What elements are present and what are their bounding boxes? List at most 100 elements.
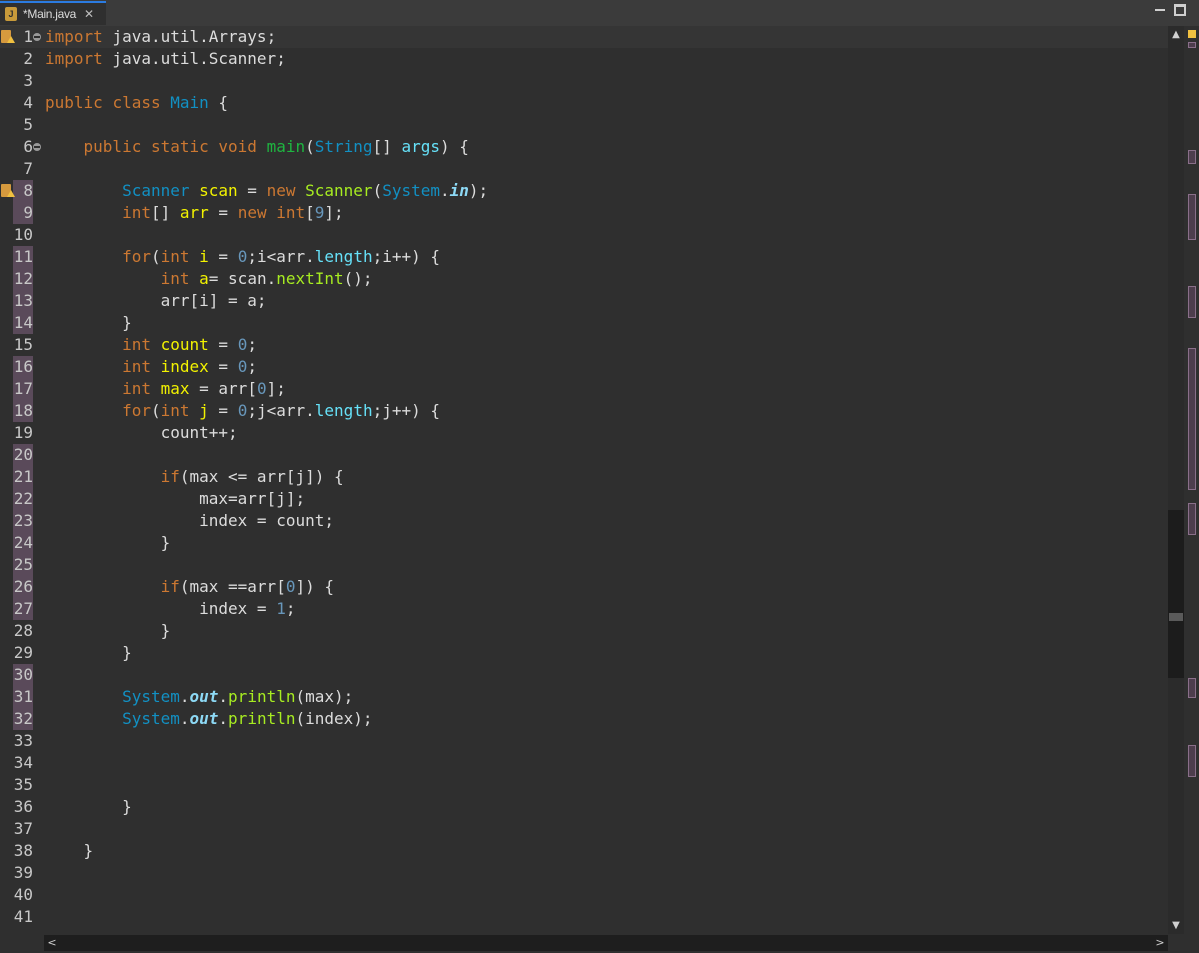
code-line[interactable]: 31 System.out.println(max); [0, 686, 1168, 708]
code-line[interactable]: 26 if(max ==arr[0]) { [0, 576, 1168, 598]
code-text: ; [247, 357, 257, 376]
code-line[interactable]: 8 Scanner scan = new Scanner(System.in); [0, 180, 1168, 202]
overview-mark[interactable] [1188, 745, 1196, 777]
code-line[interactable]: 19 count++; [0, 422, 1168, 444]
vertical-scrollbar[interactable] [1168, 26, 1184, 934]
number-literal: 0 [237, 247, 248, 266]
warning-marker-icon[interactable] [1, 29, 15, 44]
code-content: index = 1; [45, 598, 295, 620]
code-line[interactable]: 15 int count = 0; [0, 334, 1168, 356]
code-line[interactable]: 33 [0, 730, 1168, 752]
code-content: arr[i] = a; [45, 290, 267, 312]
line-number: 3 [23, 71, 33, 90]
code-line[interactable]: 4 public class Main { [0, 92, 1168, 114]
overview-mark[interactable] [1188, 194, 1196, 240]
vertical-scrollbar-thumb[interactable] [1168, 510, 1184, 678]
code-line[interactable]: 9 int[] arr = new int[9]; [0, 202, 1168, 224]
overview-mark[interactable] [1188, 42, 1196, 48]
variable-name: arr [179, 203, 209, 222]
code-line[interactable]: 22 max=arr[j]; [0, 488, 1168, 510]
code-line[interactable]: 12 int a= scan.nextInt(); [0, 268, 1168, 290]
variable-name: count [160, 335, 209, 354]
line-number: 23 [13, 511, 33, 530]
overview-mark[interactable] [1188, 348, 1196, 490]
warning-overview-icon[interactable] [1188, 30, 1196, 38]
fold-toggle-icon[interactable] [33, 143, 41, 151]
line-number: 2 [23, 49, 33, 68]
maximize-icon[interactable] [1174, 4, 1186, 16]
code-line[interactable]: 2 import java.util.Scanner; [0, 48, 1168, 70]
code-line[interactable]: 17 int max = arr[0]; [0, 378, 1168, 400]
code-line[interactable]: 40 [0, 884, 1168, 906]
code-line[interactable]: 6 public static void main(String[] args)… [0, 136, 1168, 158]
horizontal-scrollbar[interactable] [44, 935, 1168, 951]
warning-marker-icon[interactable] [1, 183, 15, 198]
tab-main-java[interactable]: J *Main.java ✕ [0, 1, 106, 25]
code-text: ]; [266, 379, 286, 398]
code-line[interactable]: 7 [0, 158, 1168, 180]
overview-mark[interactable] [1188, 503, 1196, 535]
close-icon[interactable]: ✕ [84, 7, 94, 21]
keyword: if [160, 467, 180, 486]
code-text: } [45, 797, 132, 816]
code-line[interactable]: 21 if(max <= arr[j]) { [0, 466, 1168, 488]
line-number: 22 [13, 489, 33, 508]
code-content: int max = arr[0]; [45, 378, 286, 400]
variable-name: j [199, 401, 209, 420]
line-number: 27 [13, 599, 33, 618]
keyword: int [122, 335, 151, 354]
code-line[interactable]: 20 [0, 444, 1168, 466]
code-line[interactable]: 34 [0, 752, 1168, 774]
scroll-left-icon[interactable]: < [45, 935, 59, 951]
code-line[interactable]: 16 int index = 0; [0, 356, 1168, 378]
field-name: length [314, 401, 373, 420]
code-line[interactable]: 10 [0, 224, 1168, 246]
number-literal: 0 [237, 401, 248, 420]
line-number: 13 [13, 291, 33, 310]
code-line[interactable]: 18 for(int j = 0;j<arr.length;j++) { [0, 400, 1168, 422]
code-content: for(int i = 0;i<arr.length;i++) { [45, 246, 440, 268]
minimize-icon[interactable] [1154, 4, 1166, 16]
overview-mark[interactable] [1188, 678, 1196, 698]
code-text: } [45, 643, 132, 662]
code-line[interactable]: 23 index = count; [0, 510, 1168, 532]
overview-mark[interactable] [1188, 286, 1196, 318]
overview-mark[interactable] [1188, 150, 1196, 164]
code-line[interactable]: 32 System.out.println(index); [0, 708, 1168, 730]
code-line[interactable]: 30 [0, 664, 1168, 686]
method-call: println [228, 709, 296, 728]
code-line[interactable]: 1 import java.util.Arrays; [0, 26, 1168, 48]
code-line[interactable]: 14 } [0, 312, 1168, 334]
static-field: out [189, 687, 219, 706]
code-line[interactable]: 3 [0, 70, 1168, 92]
line-number: 32 [13, 709, 33, 728]
line-number: 11 [13, 247, 33, 266]
code-line[interactable]: 24 } [0, 532, 1168, 554]
code-line[interactable]: 29 } [0, 642, 1168, 664]
code-line[interactable]: 5 [0, 114, 1168, 136]
code-line[interactable]: 35 [0, 774, 1168, 796]
scrollbar-corner [1168, 934, 1199, 953]
code-content: } [45, 620, 171, 642]
scroll-up-icon[interactable]: ▲ [1168, 28, 1184, 42]
code-line[interactable]: 41 [0, 906, 1168, 928]
scroll-down-icon[interactable]: ▼ [1168, 919, 1184, 933]
code-line[interactable]: 28 } [0, 620, 1168, 642]
code-line[interactable]: 13 arr[i] = a; [0, 290, 1168, 312]
code-line[interactable]: 11 for(int i = 0;i<arr.length;i++) { [0, 246, 1168, 268]
line-number: 36 [13, 797, 33, 816]
keyword: import [45, 27, 103, 46]
code-line[interactable]: 37 [0, 818, 1168, 840]
scroll-right-icon[interactable]: > [1153, 935, 1167, 951]
fold-toggle-icon[interactable] [33, 33, 41, 41]
method-call: nextInt [276, 269, 344, 288]
field-name: length [314, 247, 373, 266]
code-line[interactable]: 39 [0, 862, 1168, 884]
code-line[interactable]: 25 [0, 554, 1168, 576]
code-editor[interactable]: 1 import java.util.Arrays; 2 import java.ut… [0, 26, 1168, 934]
code-line[interactable]: 38 } [0, 840, 1168, 862]
code-line[interactable]: 36 } [0, 796, 1168, 818]
code-line[interactable]: 27 index = 1; [0, 598, 1168, 620]
number-literal: 0 [237, 357, 248, 376]
